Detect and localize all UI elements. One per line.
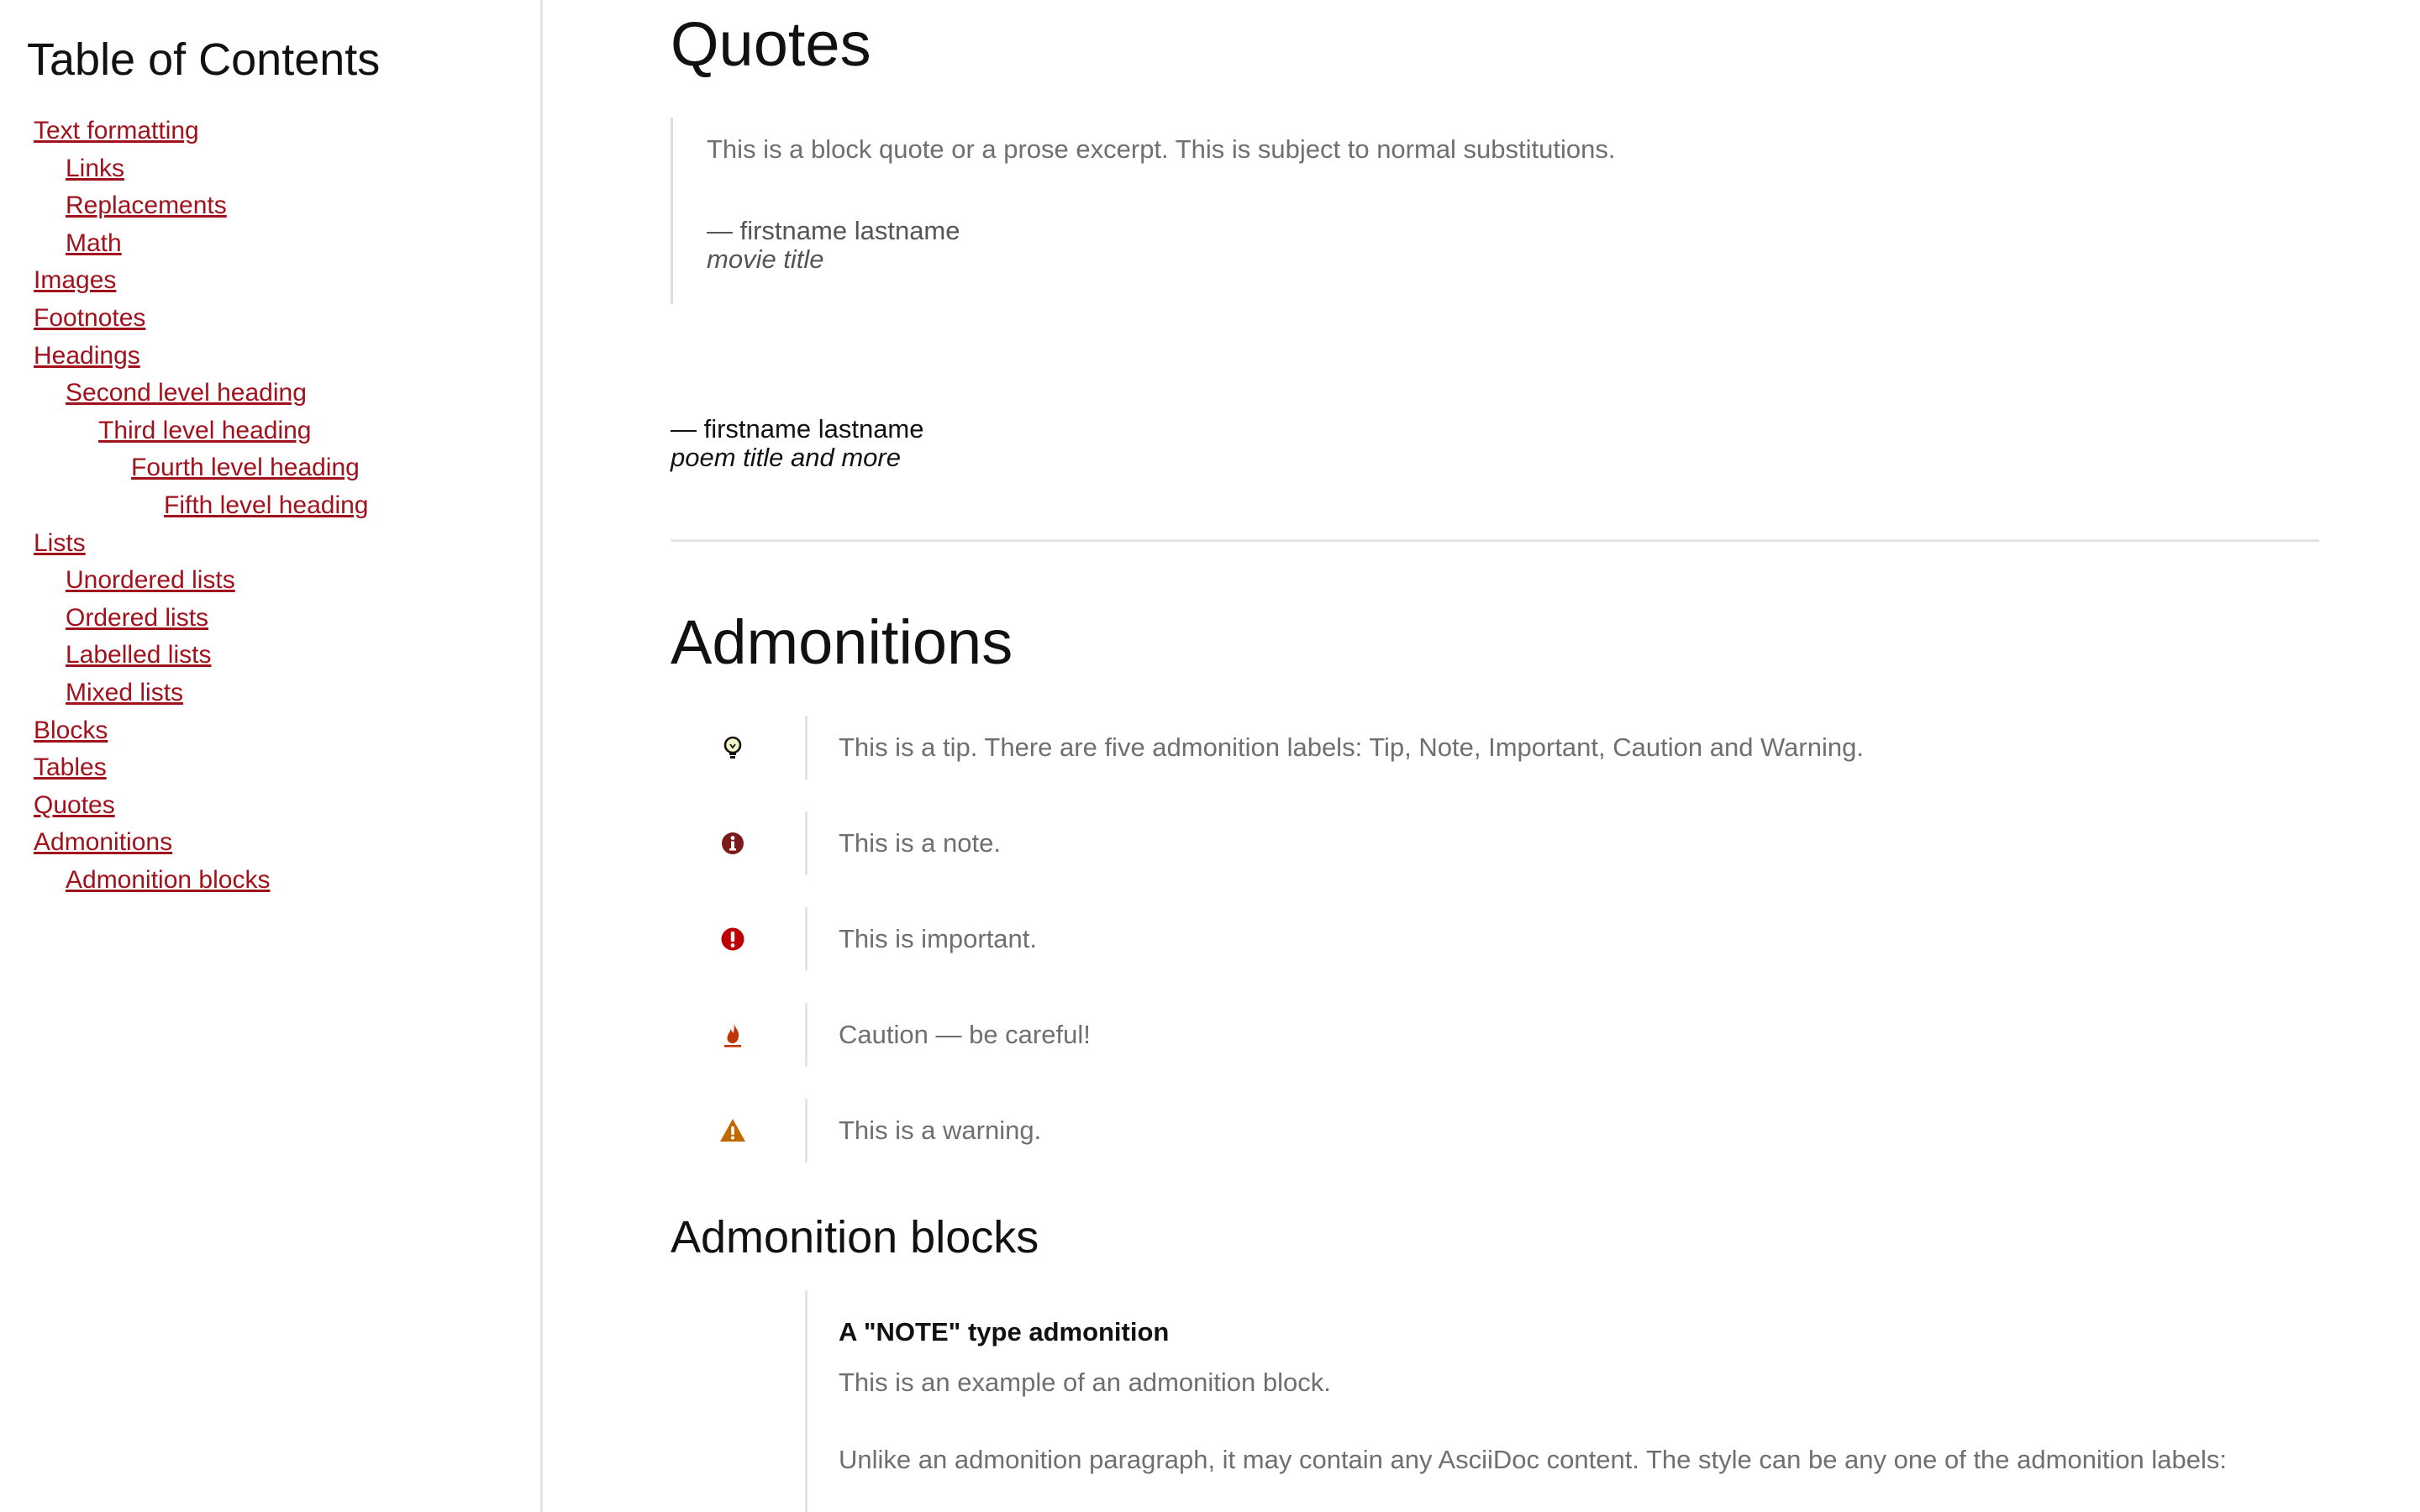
toc-item: Images — [34, 262, 369, 300]
toc-link-lists[interactable]: Lists — [34, 529, 86, 557]
quote-author: — firstname lastname — [707, 216, 960, 245]
admonition-text: This is a tip. There are five admonition… — [839, 732, 1864, 762]
admonition-block-title: A "NOTE" type admonition — [839, 1317, 1170, 1347]
toc-item: Third level heading — [34, 412, 369, 450]
quote-attribution: — firstname lastname movie title — [707, 217, 960, 274]
toc-link-replacements[interactable]: Replacements — [66, 192, 227, 219]
info-icon — [719, 830, 746, 857]
toc-link-admonitions[interactable]: Admonitions — [34, 828, 172, 856]
toc-item: Lists — [34, 525, 369, 563]
admonition-block-paragraph: This is an example of an admonition bloc… — [839, 1368, 1331, 1397]
admonition-divider — [805, 1003, 808, 1067]
toc-link-blocks[interactable]: Blocks — [34, 717, 108, 744]
toc-item: Fifth level heading — [34, 487, 369, 525]
toc-item: Footnotes — [34, 300, 369, 338]
section-heading-admonition-blocks: Admonition blocks — [671, 1212, 1039, 1263]
toc-link-second-level-heading[interactable]: Second level heading — [66, 379, 307, 407]
admonition-divider — [805, 716, 808, 780]
toc-item: Math — [34, 225, 369, 263]
toc-link-headings[interactable]: Headings — [34, 342, 140, 370]
verse-citetitle: poem title and more — [671, 443, 901, 472]
admonition-text: Caution — be careful! — [839, 1020, 1091, 1049]
toc-link-footnotes[interactable]: Footnotes — [34, 304, 145, 332]
section-heading-quotes: Quotes — [671, 9, 871, 79]
toc-item: Mixed lists — [34, 675, 369, 712]
quote-citetitle: movie title — [707, 244, 824, 274]
toc-link-third-level-heading[interactable]: Third level heading — [98, 417, 312, 444]
toc-title: Table of Contents — [27, 34, 381, 85]
admonition-warning: This is a warning. — [671, 1099, 2319, 1163]
toc-item: Replacements — [34, 187, 369, 225]
admonition-divider — [805, 811, 808, 875]
toc-link-labelled-lists[interactable]: Labelled lists — [66, 641, 211, 669]
admonition-text: This is important. — [839, 924, 1038, 953]
toc-link-tables[interactable]: Tables — [34, 753, 107, 781]
toc-item: Labelled lists — [34, 637, 369, 675]
main-content: Quotes This is a block quote or a prose … — [671, 0, 2319, 1512]
warning-icon — [719, 1117, 746, 1144]
section-divider — [671, 539, 2319, 542]
toc-item: Blocks — [34, 712, 369, 750]
toc-link-admonition-blocks[interactable]: Admonition blocks — [66, 866, 270, 894]
toc-item: Quotes — [34, 787, 369, 825]
admonition-block: A "NOTE" type admonition This is an exam… — [805, 1290, 2303, 1512]
lightbulb-icon — [719, 734, 746, 761]
toc-item: Headings — [34, 338, 369, 375]
exclamation-icon — [719, 926, 746, 953]
admonition-note: This is a note. — [671, 811, 2319, 875]
toc-item: Ordered lists — [34, 600, 369, 638]
verse-attribution: — firstname lastname poem title and more — [671, 415, 924, 472]
toc-item: Second level heading — [34, 375, 369, 412]
toc-link-quotes[interactable]: Quotes — [34, 791, 115, 819]
toc-link-fifth-level-heading[interactable]: Fifth level heading — [164, 491, 369, 519]
toc-item: Links — [34, 150, 369, 188]
toc-link-math[interactable]: Math — [66, 229, 122, 257]
toc-link-text-formatting[interactable]: Text formatting — [34, 117, 199, 144]
fire-icon — [719, 1021, 746, 1048]
quote-text: This is a block quote or a prose excerpt… — [707, 134, 1616, 164]
admonition-text: This is a warning. — [839, 1116, 1042, 1145]
admonition-text: This is a note. — [839, 828, 1001, 858]
toc-link-images[interactable]: Images — [34, 266, 116, 294]
toc-link-links[interactable]: Links — [66, 155, 124, 182]
toc-item: Text formatting — [34, 113, 369, 150]
verse-author: — firstname lastname — [671, 414, 924, 444]
toc-link-mixed-lists[interactable]: Mixed lists — [66, 679, 183, 706]
admonition-divider — [805, 1099, 808, 1163]
table-of-contents: Table of Contents Text formatting Links … — [0, 0, 543, 1512]
toc-item: Fourth level heading — [34, 449, 369, 487]
admonition-caution: Caution — be careful! — [671, 1003, 2319, 1067]
admonition-tip: This is a tip. There are five admonition… — [671, 716, 2319, 780]
toc-link-unordered-lists[interactable]: Unordered lists — [66, 566, 235, 594]
blockquote: This is a block quote or a prose excerpt… — [671, 118, 2270, 304]
admonition-block-paragraph: Unlike an admonition paragraph, it may c… — [839, 1445, 2228, 1474]
toc-item: Tables — [34, 749, 369, 787]
toc-list: Text formatting Links Replacements Math … — [34, 113, 369, 899]
toc-link-fourth-level-heading[interactable]: Fourth level heading — [131, 454, 360, 481]
toc-item: Unordered lists — [34, 562, 369, 600]
toc-item: Admonitions — [34, 824, 369, 862]
admonition-important: This is important. — [671, 907, 2319, 971]
section-heading-admonitions: Admonitions — [671, 607, 1013, 677]
toc-link-ordered-lists[interactable]: Ordered lists — [66, 604, 208, 632]
admonition-divider — [805, 907, 808, 971]
toc-item: Admonition blocks — [34, 862, 369, 900]
